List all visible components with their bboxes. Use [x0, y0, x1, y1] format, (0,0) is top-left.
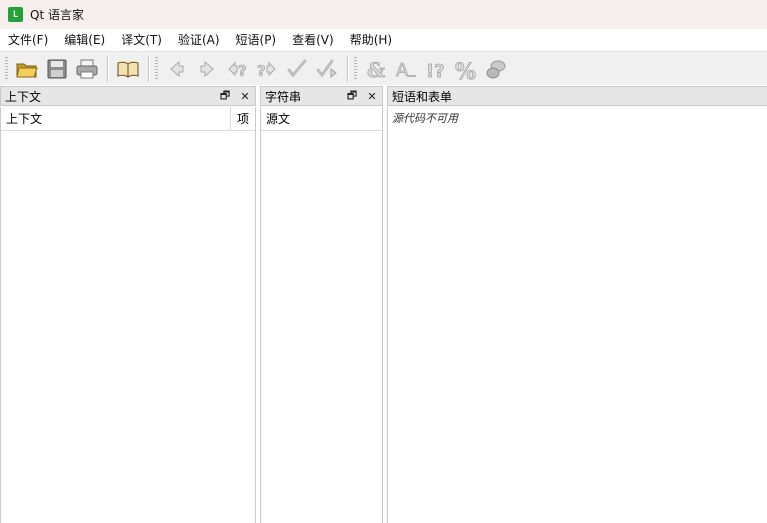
context-column-header[interactable]: 上下文 — [1, 107, 231, 130]
strings-panel-header: 字符串 🗗 ✕ — [260, 86, 383, 106]
toolbar-separator — [148, 55, 149, 82]
strings-panel-title: 字符串 — [265, 89, 302, 104]
menu-help[interactable]: 帮助(H) — [342, 29, 400, 51]
svg-text:!?: !? — [426, 61, 445, 81]
context-panel: 上下文 🗗 ✕ 上下文 项 — [0, 86, 256, 523]
done-next-icon — [316, 59, 337, 78]
menu-phrases[interactable]: 短语(P) — [228, 29, 285, 51]
next-button[interactable] — [192, 54, 222, 84]
save-button[interactable] — [42, 54, 72, 84]
accelerator-icon: & — [367, 57, 386, 81]
phrases-panel: 短语和表单 源代码不可用 — [387, 86, 767, 523]
strings-panel: 字符串 🗗 ✕ 源文 — [260, 86, 383, 523]
strings-list-header: 源文 — [261, 107, 382, 131]
print-icon — [76, 59, 98, 78]
title-bar: L Qt 语言家 — [0, 0, 767, 29]
phrase-match-check-button[interactable]: !? — [421, 54, 451, 84]
placeholder-check-button[interactable]: % — [451, 54, 481, 84]
placeholder-icon: % — [455, 58, 477, 81]
open-icon — [16, 63, 38, 77]
close-icon[interactable]: ✕ — [235, 90, 255, 103]
next-unfinished-icon: ? — [257, 61, 276, 80]
source-column-header[interactable]: 源文 — [261, 107, 382, 130]
prev-icon — [170, 60, 184, 77]
phrases-area: 源代码不可用 — [387, 107, 767, 523]
toolbar-grip[interactable] — [5, 56, 8, 81]
prev-button[interactable] — [162, 54, 192, 84]
float-icon[interactable]: 🗗 — [342, 87, 362, 106]
phrase-match-icon: !? — [426, 60, 445, 81]
context-list[interactable]: 上下文 项 — [0, 107, 256, 523]
punctuation-check-button[interactable]: A — [391, 54, 421, 84]
close-icon[interactable]: ✕ — [362, 90, 382, 103]
context-panel-title: 上下文 — [5, 89, 42, 104]
phrasebook-button[interactable] — [113, 54, 143, 84]
menu-validation[interactable]: 验证(A) — [170, 29, 228, 51]
window-title: Qt 语言家 — [30, 8, 84, 22]
next-icon — [200, 60, 214, 77]
strings-list[interactable]: 源文 — [260, 107, 383, 523]
menu-translation[interactable]: 译文(T) — [113, 29, 170, 51]
done-next-button[interactable] — [312, 54, 342, 84]
surrounding-whitespace-icon — [486, 60, 506, 78]
items-column-header[interactable]: 项 — [231, 110, 255, 127]
toolbar-grip[interactable] — [354, 56, 357, 81]
done-icon — [287, 59, 307, 77]
toolbar-grip[interactable] — [155, 56, 158, 81]
menu-bar: 文件(F) 编辑(E) 译文(T) 验证(A) 短语(P) 查看(V) 帮助(H… — [0, 29, 767, 51]
context-panel-header: 上下文 🗗 ✕ — [0, 86, 256, 106]
phrasebook-icon — [117, 61, 139, 78]
source-unavailable-note: 源代码不可用 — [392, 112, 458, 125]
menu-view[interactable]: 查看(V) — [284, 29, 342, 51]
save-icon — [47, 59, 67, 78]
phrases-panel-header: 短语和表单 — [387, 86, 767, 106]
prev-unfinished-icon: ? — [228, 61, 247, 80]
svg-text:&: & — [367, 58, 385, 81]
menu-file[interactable]: 文件(F) — [0, 29, 56, 51]
prev-unfinished-button[interactable]: ? — [222, 54, 252, 84]
svg-text:?: ? — [257, 62, 266, 80]
accelerator-check-button[interactable]: & — [361, 54, 391, 84]
app-icon: L — [8, 7, 23, 22]
surrounding-whitespace-check-button[interactable] — [481, 54, 511, 84]
toolbar: ? ? & A !? % — [0, 51, 767, 85]
toolbar-separator — [347, 55, 348, 82]
context-list-header: 上下文 项 — [1, 107, 255, 131]
punctuation-icon: A — [396, 59, 416, 81]
print-button[interactable] — [72, 54, 102, 84]
toolbar-separator — [107, 55, 108, 82]
svg-text:%: % — [455, 59, 476, 81]
menu-edit[interactable]: 编辑(E) — [56, 29, 113, 51]
open-button[interactable] — [12, 54, 42, 84]
svg-text:A: A — [396, 60, 409, 81]
next-unfinished-button[interactable]: ? — [252, 54, 282, 84]
phrases-panel-title: 短语和表单 — [392, 89, 453, 104]
svg-text:?: ? — [238, 62, 247, 80]
float-icon[interactable]: 🗗 — [215, 87, 235, 106]
done-button[interactable] — [282, 54, 312, 84]
